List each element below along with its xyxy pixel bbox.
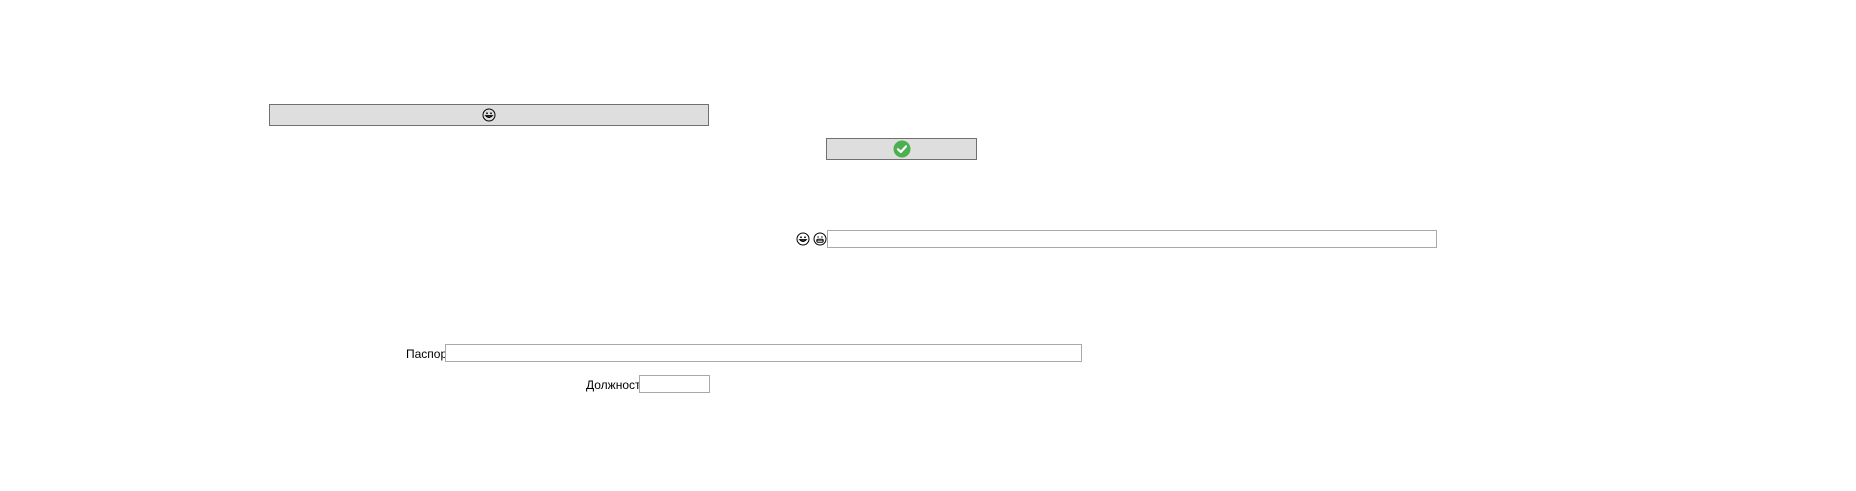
grinning-emoji-icon (482, 108, 496, 122)
position-label: Должность (586, 378, 647, 392)
emoji-button[interactable] (269, 104, 709, 126)
passport-field[interactable] (445, 344, 1082, 362)
text-input[interactable] (827, 230, 1437, 248)
check-circle-icon (893, 140, 911, 158)
grinning-emoji-icon[interactable] (796, 232, 810, 246)
confirm-button[interactable] (826, 138, 977, 160)
position-field[interactable] (639, 375, 710, 393)
smiling-emoji-icon[interactable] (813, 232, 827, 246)
